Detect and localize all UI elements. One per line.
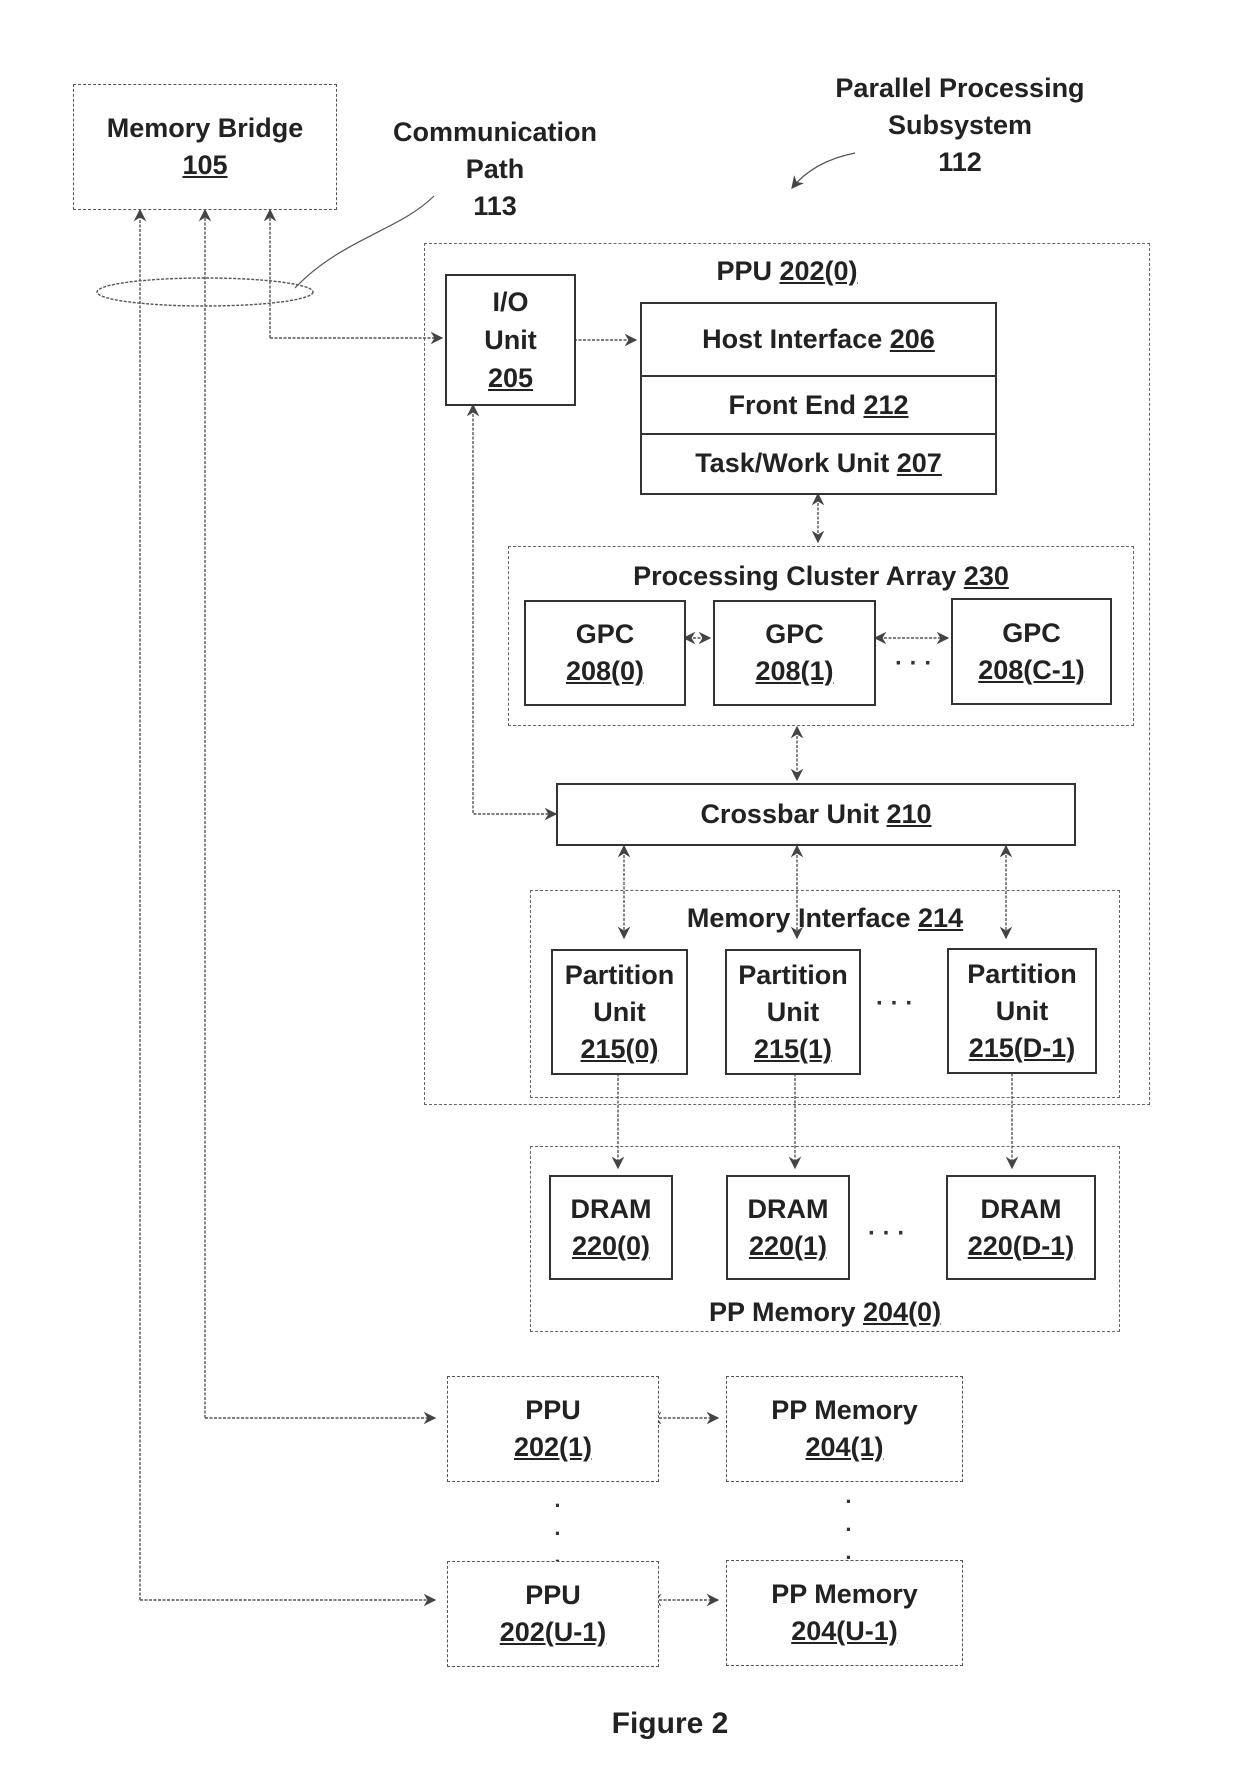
partition-ellipsis: · · ·	[876, 990, 914, 1017]
ppu1-ref: 202(1)	[513, 1432, 593, 1462]
task-work-unit-box: Task/Work Unit 207	[642, 435, 995, 492]
io-unit-line1: I/O	[492, 287, 529, 317]
gpc-box-1: GPC 208(1)	[713, 600, 876, 706]
dram-box-1: DRAM 220(1)	[726, 1175, 850, 1280]
ppu-last-box: PPU 202(U-1)	[447, 1561, 659, 1667]
communication-path-ref: 113	[473, 191, 517, 221]
ppu-last-ref: 202(U-1)	[499, 1617, 607, 1647]
memory-interface-title: Memory Interface 214	[531, 901, 1119, 935]
pp-memory-0-title: PP Memory 204(0)	[531, 1295, 1119, 1329]
host-interface-ref: 206	[889, 324, 935, 354]
front-end-ref: 212	[863, 389, 909, 420]
partition-line2: Unit	[593, 996, 646, 1027]
gpc-box-last: GPC 208(C-1)	[951, 598, 1112, 705]
subsystem-label: Parallel Processing Subsystem 112	[795, 70, 1125, 181]
pp-memory-1-ref: 204(1)	[805, 1432, 884, 1462]
gpc-ref: 208(1)	[755, 656, 834, 686]
ppu0-name: PPU	[716, 256, 772, 286]
ppu-last-name: PPU	[525, 1580, 581, 1610]
memory-bridge-ref: 105	[182, 150, 228, 180]
ppu0-ref: 202(0)	[779, 256, 858, 286]
communication-path-line1: Communication	[392, 117, 597, 147]
front-end-stack: Host Interface 206 Front End 212 Task/Wo…	[640, 302, 997, 495]
pp-memory-1-box: PP Memory 204(1)	[726, 1376, 963, 1482]
task-work-unit-name: Task/Work Unit	[695, 448, 890, 478]
io-unit-line2: Unit	[484, 325, 537, 355]
front-end-box: Front End 212	[642, 377, 995, 435]
memory-bridge-box: Memory Bridge 105	[73, 84, 337, 210]
dram-box-0: DRAM 220(0)	[549, 1175, 673, 1280]
host-interface-name: Host Interface	[702, 324, 883, 354]
figure-caption: Figure 2	[611, 1707, 729, 1740]
crossbar-ref: 210	[886, 799, 932, 829]
crossbar-unit-box: Crossbar Unit 210	[556, 783, 1076, 846]
dram-ellipsis: · · ·	[868, 1220, 906, 1247]
front-end-name: Front End	[728, 389, 856, 420]
crossbar-name: Crossbar Unit	[700, 799, 879, 829]
io-unit-ref: 205	[487, 363, 534, 393]
pca-title: Processing Cluster Array 230	[509, 559, 1133, 593]
pca-name: Processing Cluster Array	[633, 561, 957, 591]
pp-memory-last-name: PP Memory	[771, 1579, 918, 1609]
gpc-name: GPC	[765, 619, 824, 649]
host-interface-box: Host Interface 206	[642, 304, 995, 377]
pp-memory-0-name: PP Memory	[708, 1297, 856, 1327]
subsystem-ref: 112	[938, 147, 982, 177]
partition-unit-box-1: Partition Unit 215(1)	[725, 949, 861, 1075]
partition-ref: 215(D-1)	[968, 1032, 1076, 1063]
gpc-name: GPC	[1002, 617, 1061, 648]
pp-memory-last-ref: 204(U-1)	[791, 1616, 898, 1646]
dram-ref: 220(D-1)	[967, 1230, 1075, 1261]
partition-unit-box-last: Partition Unit 215(D-1)	[947, 948, 1097, 1074]
partition-ref: 215(1)	[753, 1033, 833, 1064]
task-work-unit-ref: 207	[896, 448, 942, 478]
gpc-name: GPC	[575, 619, 635, 649]
pca-ref: 230	[963, 561, 1009, 591]
memory-bridge-name: Memory Bridge	[106, 113, 304, 143]
ppu1-name: PPU	[525, 1395, 581, 1425]
dram-box-last: DRAM 220(D-1)	[946, 1175, 1096, 1280]
pp-memory-0-ref: 204(0)	[863, 1297, 942, 1327]
partition-line1: Partition	[967, 958, 1077, 989]
dram-name: DRAM	[570, 1193, 652, 1224]
communication-path-label: Communication Path 113	[370, 114, 620, 225]
partition-unit-box-0: Partition Unit 215(0)	[551, 949, 688, 1075]
dram-name: DRAM	[747, 1193, 829, 1224]
gpc-box-0: GPC 208(0)	[524, 600, 686, 706]
partition-line2: Unit	[995, 995, 1049, 1026]
partition-line2: Unit	[766, 996, 820, 1027]
memory-interface-name: Memory Interface	[686, 903, 911, 933]
ppu1-box: PPU 202(1)	[447, 1376, 659, 1482]
subsystem-line2: Subsystem	[887, 110, 1033, 140]
ppm-dot-2: ·	[845, 1517, 853, 1542]
dram-ref: 220(0)	[571, 1230, 651, 1261]
ppu-dot-2: ·	[554, 1521, 562, 1546]
memory-interface-ref: 214	[918, 903, 964, 933]
subsystem-line1: Parallel Processing	[835, 73, 1085, 103]
dram-ref: 220(1)	[748, 1230, 828, 1261]
partition-ref: 215(0)	[580, 1033, 659, 1064]
ppu-dot-1: ·	[554, 1493, 562, 1518]
communication-path-line2: Path	[465, 154, 525, 184]
dram-name: DRAM	[980, 1193, 1062, 1224]
partition-line1: Partition	[564, 959, 675, 990]
pp-memory-1-name: PP Memory	[771, 1395, 918, 1425]
partition-line1: Partition	[738, 959, 848, 990]
gpc-ref: 208(C-1)	[978, 654, 1085, 685]
gpc-ref: 208(0)	[565, 656, 645, 686]
io-unit-box: I/O Unit 205	[445, 274, 576, 406]
pp-memory-last-box: PP Memory 204(U-1)	[726, 1560, 963, 1666]
gpc-ellipsis: · · ·	[895, 650, 933, 677]
ppm-dot-1: ·	[845, 1489, 853, 1514]
